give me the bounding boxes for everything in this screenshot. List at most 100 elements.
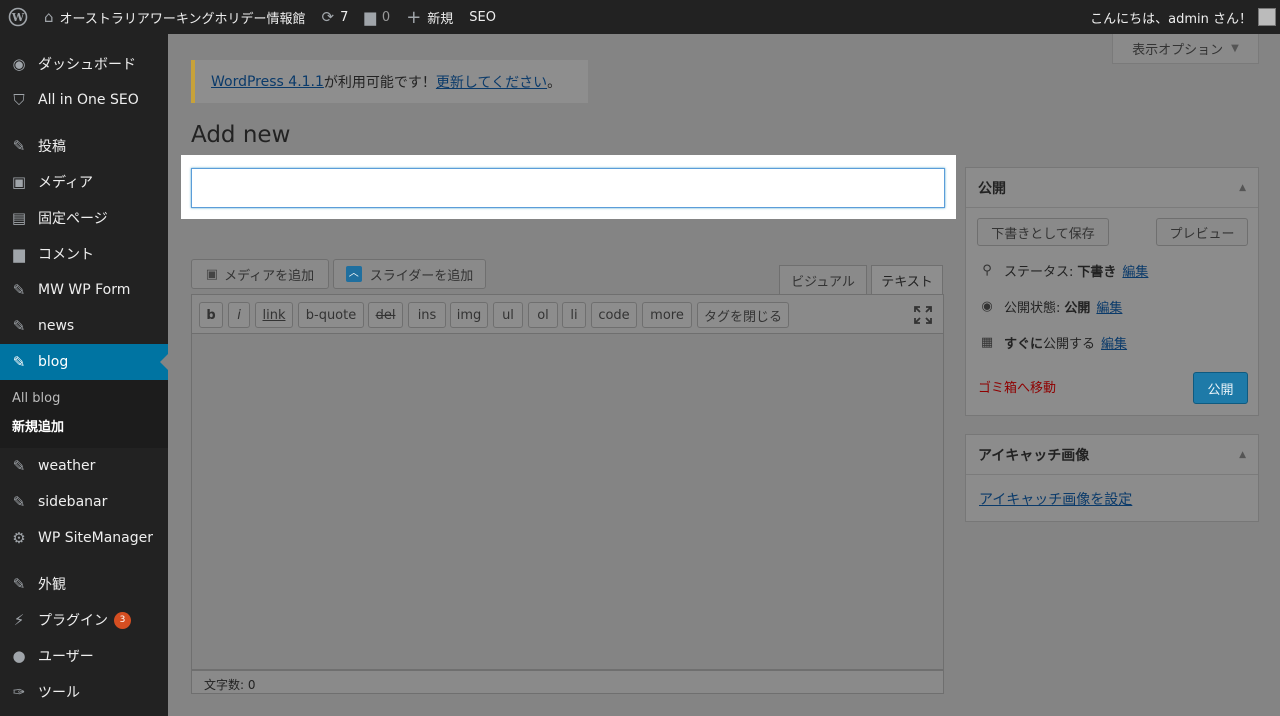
sidebar-item-pages[interactable]: ▤ 固定ページ [0,200,168,236]
sidebar-item-plugins[interactable]: ⚡ プラグイン 3 [0,602,168,638]
qt-code-button[interactable]: code [591,302,637,328]
quicktags-toolbar: b i link b-quote del ins img ul ol li co… [191,294,944,334]
pin-icon: ✎ [12,493,26,511]
new-label: 新規 [427,11,454,27]
home-icon: ⌂ [44,8,54,26]
qt-bold-button[interactable]: b [199,302,223,328]
sidebar-item-label: 外観 [38,577,66,593]
qt-img-button[interactable]: img [450,302,488,328]
sidebar-item-dashboard[interactable]: ◉ ダッシュボード [0,46,168,82]
fullscreen-icon[interactable] [914,306,932,324]
featured-image-box: アイキャッチ画像 ▲ アイキャッチ画像を設定 [965,434,1259,522]
sidebar-item-label: news [38,318,75,334]
qt-del-button[interactable]: del [368,302,403,328]
qt-more-button[interactable]: more [642,302,692,328]
sidebar-item-label: ダッシュボード [38,57,136,73]
preview-button[interactable]: プレビュー [1156,218,1248,246]
sidebar-item-mw-wp-form[interactable]: ✎ MW WP Form [0,272,168,308]
svg-text:W: W [11,11,25,24]
publish-button[interactable]: 公開 [1193,372,1248,404]
sidebar-item-posts[interactable]: ✎ 投稿 [0,128,168,164]
submenu-add-new[interactable]: 新規追加 [0,411,168,440]
wordpress-version-link[interactable]: WordPress 4.1.1 [211,74,324,90]
sidebar-item-comments[interactable]: ▆ コメント [0,236,168,272]
sidebar-item-wp-sitemanager[interactable]: ⚙ WP SiteManager [0,520,168,556]
sidebar-item-users[interactable]: ● ユーザー [0,638,168,674]
status-label: ステータス: [1004,265,1074,280]
title-input-wrapper [181,155,956,219]
sidebar-item-label: 投稿 [38,139,66,155]
collapse-arrow-icon[interactable]: ▲ [1239,183,1246,193]
qt-italic-button[interactable]: i [228,302,250,328]
edit-schedule-link[interactable]: 編集 [1101,333,1127,352]
post-title-input[interactable] [191,168,945,208]
shield-icon: ⛉ [13,91,25,109]
comment-icon: ▆ [13,245,25,263]
account-menu[interactable]: こんにちは、admin さん！ [1082,0,1280,34]
submenu-all-blog[interactable]: All blog [0,386,168,411]
sidebar-item-label: コメント [38,247,94,263]
calendar-icon: ▦ [980,335,994,350]
sidebar-item-news[interactable]: ✎ news [0,308,168,344]
update-notice: WordPress 4.1.1 が利用可能です！ 更新してください 。 [191,60,588,103]
tab-visual[interactable]: ビジュアル [779,265,867,294]
edit-status-link[interactable]: 編集 [1122,261,1148,280]
tab-text[interactable]: テキスト [871,265,943,295]
status-value: 下書き [1077,265,1117,280]
sidebar-item-appearance[interactable]: ✎ 外観 [0,566,168,602]
qt-bquote-button[interactable]: b-quote [298,302,364,328]
screen-options-label: 表示オプション [1132,43,1224,58]
update-now-link[interactable]: 更新してください [436,72,547,92]
move-to-trash-link[interactable]: ゴミ箱へ移動 [978,377,1056,396]
screen-options-button[interactable]: 表示オプション ▼ [1112,34,1259,64]
sidebar-item-blog[interactable]: ✎ blog [0,344,168,380]
seo-link[interactable]: SEO [461,0,504,34]
seo-label: SEO [469,9,496,25]
admin-bar: W ⌂ オーストラリアワーキングホリデー情報館 ⟳ 7 ▆ 0 + 新規 SEO… [0,0,1280,34]
wordpress-logo-button[interactable]: W [0,0,36,34]
edit-visibility-link[interactable]: 編集 [1096,297,1122,316]
sidebar-item-media[interactable]: ▣ メディア [0,164,168,200]
sidebar-item-label: メディア [38,175,94,191]
qt-link-button[interactable]: link [255,302,293,328]
pin-icon: ✎ [12,137,26,155]
eye-icon: ◉ [981,299,993,314]
site-name-link[interactable]: ⌂ オーストラリアワーキングホリデー情報館 [36,0,314,34]
pin-icon: ✎ [12,317,26,335]
sidebar-item-sidebanar[interactable]: ✎ sidebanar [0,484,168,520]
plugin-icon: ⚡ [13,611,25,629]
featured-image-header[interactable]: アイキャッチ画像 ▲ [966,435,1258,475]
comments-count: 0 [381,9,391,25]
sidebar-item-label: All in One SEO [38,92,139,108]
post-status-row: ⚲ ステータス: 下書き 編集 [978,261,1148,280]
qt-ins-button[interactable]: ins [408,302,446,328]
publish-box: 公開 ▲ 下書きとして保存 プレビュー ⚲ ステータス: 下書き 編集 ◉ 公開… [965,167,1259,416]
word-count: 文字数: 0 [204,678,256,692]
new-content-link[interactable]: + 新規 [398,0,461,34]
post-content-textarea[interactable] [191,334,944,670]
qt-li-button[interactable]: li [562,302,586,328]
sidebar-item-label: WP SiteManager [38,530,153,546]
sidebar-item-label: ツール [38,685,80,701]
visibility-row: ◉ 公開状態: 公開 編集 [978,297,1122,316]
collapse-arrow-icon[interactable]: ▲ [1239,450,1246,460]
publish-box-header[interactable]: 公開 ▲ [966,168,1258,208]
qt-ul-button[interactable]: ul [493,302,523,328]
media-icon: ▣ [11,173,27,191]
admin-sidebar: ◉ ダッシュボード ⛉ All in One SEO ✎ 投稿 ▣ メディア ▤… [0,34,168,716]
sidebar-item-tools[interactable]: ✑ ツール [0,674,168,710]
sidebar-item-all-in-one-seo[interactable]: ⛉ All in One SEO [0,82,168,118]
sidebar-item-label: blog [38,354,69,370]
add-media-button[interactable]: ▣ メディアを追加 [191,259,329,289]
add-slider-label: スライダーを追加 [369,268,474,284]
qt-ol-button[interactable]: ol [528,302,558,328]
comments-link[interactable]: ▆ 0 [356,0,398,34]
sidebar-item-weather[interactable]: ✎ weather [0,448,168,484]
qt-close-tags-button[interactable]: タグを閉じる [697,302,789,328]
save-draft-button[interactable]: 下書きとして保存 [977,218,1109,246]
refresh-icon: ⟳ [321,8,335,26]
sidebar-item-label: プラグイン [38,613,108,629]
updates-link[interactable]: ⟳ 7 [314,0,357,34]
add-slider-button[interactable]: ︿ スライダーを追加 [333,259,486,289]
set-featured-image-link[interactable]: アイキャッチ画像を設定 [979,489,1132,509]
